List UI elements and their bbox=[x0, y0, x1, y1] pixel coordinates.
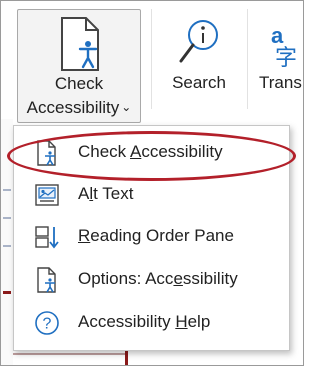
chevron-down-icon: ⌄ bbox=[121, 100, 132, 114]
doc-line bbox=[3, 189, 11, 191]
reading-order-pane-icon bbox=[35, 226, 59, 249]
ribbon-separator bbox=[247, 9, 248, 109]
doc-line bbox=[3, 245, 11, 247]
accessibility-help-icon: ? bbox=[35, 311, 59, 335]
translate-icon: a 字 bbox=[271, 23, 297, 67]
menu-item-label: Options: Accessibility bbox=[78, 259, 238, 299]
access-key: e bbox=[173, 269, 183, 288]
check-accessibility-icon bbox=[37, 140, 56, 166]
access-key: A bbox=[129, 142, 142, 161]
svg-text:字: 字 bbox=[275, 45, 297, 67]
check-accessibility-icon bbox=[61, 17, 99, 71]
label-part: Accessibility bbox=[78, 312, 176, 331]
doc-rule bbox=[13, 353, 125, 355]
menu-item-alt-text[interactable]: Alt Text bbox=[20, 174, 283, 214]
doc-line bbox=[3, 217, 11, 219]
options-accessibility-icon bbox=[37, 267, 56, 293]
menu-item-label: Check Accessibility bbox=[78, 132, 223, 172]
check-accessibility-label-line2: Accessibility ⌄ bbox=[18, 98, 140, 119]
alt-text-icon bbox=[35, 184, 59, 206]
label-part: A bbox=[78, 184, 90, 203]
menu-item-check-accessibility[interactable]: Check Accessibility bbox=[20, 132, 283, 172]
search-icon bbox=[179, 20, 218, 63]
check-accessibility-label-text: Accessibility bbox=[26, 98, 120, 117]
menu-item-options-accessibility[interactable]: Options: Accessibility bbox=[20, 259, 283, 299]
translate-label: Trans bbox=[259, 73, 302, 92]
menu-item-reading-order-pane[interactable]: Reading Order Pane bbox=[20, 216, 283, 256]
document-background bbox=[1, 119, 13, 365]
menu-item-label: Accessibility Help bbox=[78, 302, 210, 342]
label-part: elp bbox=[187, 312, 211, 331]
label-part: Check bbox=[78, 142, 130, 161]
ribbon: Check Accessibility ⌄ Search a 字 Trans bbox=[1, 1, 303, 123]
ribbon-separator bbox=[151, 9, 152, 109]
menu-item-label: Reading Order Pane bbox=[78, 216, 234, 256]
doc-marker bbox=[3, 291, 11, 294]
search-label: Search bbox=[172, 73, 226, 92]
translate-button[interactable]: a 字 Trans bbox=[253, 9, 313, 109]
check-accessibility-button[interactable]: Check Accessibility ⌄ bbox=[17, 9, 141, 123]
label-part: eading Order Pane bbox=[90, 226, 234, 245]
check-accessibility-label-line1: Check bbox=[54, 74, 104, 93]
search-button[interactable]: Search bbox=[159, 9, 239, 109]
menu-item-label: Alt Text bbox=[78, 174, 133, 214]
access-key: H bbox=[175, 312, 188, 331]
access-key: R bbox=[78, 226, 91, 245]
screenshot-frame: Check Accessibility ⌄ Search a 字 Trans C… bbox=[0, 0, 304, 366]
menu-item-accessibility-help[interactable]: ? Accessibility Help bbox=[20, 302, 283, 342]
label-part: ssibility bbox=[182, 269, 238, 288]
accessibility-dropdown-menu: Check Accessibility Alt Text Reading Ord… bbox=[13, 125, 290, 351]
label-part: Options: Acc bbox=[78, 269, 174, 288]
label-part: t Text bbox=[93, 184, 134, 203]
svg-text:?: ? bbox=[43, 316, 52, 333]
label-part: ccessibility bbox=[141, 142, 223, 161]
